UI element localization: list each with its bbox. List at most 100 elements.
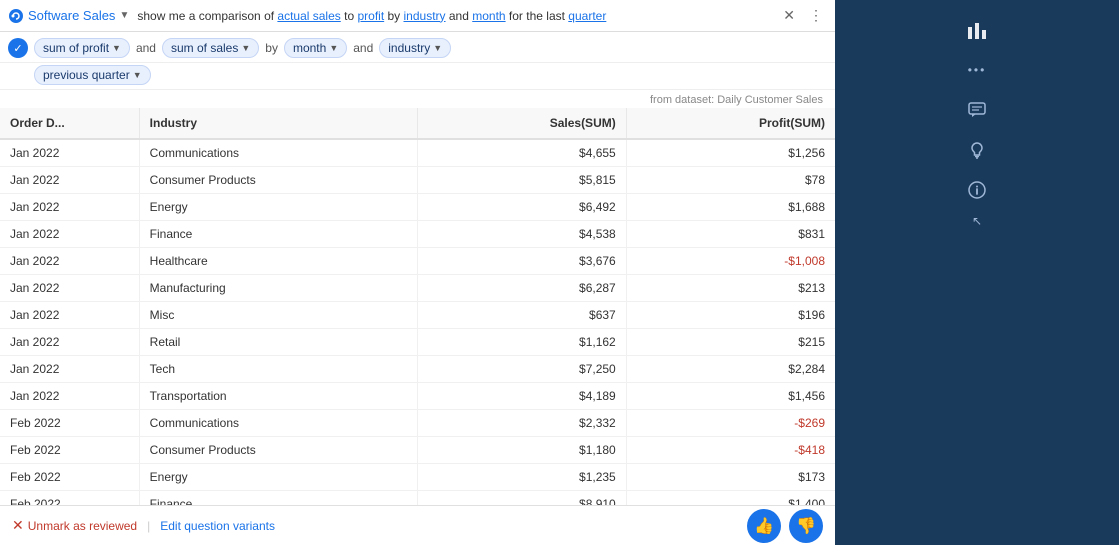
table-row[interactable]: Jan 2022Retail$1,162$215 — [0, 329, 835, 356]
chip-month[interactable]: month ▼ — [284, 38, 347, 58]
close-button[interactable]: ✕ — [779, 5, 799, 26]
table-row[interactable]: Feb 2022Consumer Products$1,180-$418 — [0, 437, 835, 464]
cell-order-date: Jan 2022 — [0, 194, 139, 221]
cell-industry: Energy — [139, 464, 417, 491]
table-row[interactable]: Jan 2022Consumer Products$5,815$78 — [0, 167, 835, 194]
cursor-indicator: ↖ — [972, 214, 982, 228]
table-container[interactable]: Order D... Industry Sales(SUM) Profit(SU… — [0, 108, 835, 505]
table-row[interactable]: Jan 2022Communications$4,655$1,256 — [0, 139, 835, 167]
cell-industry: Communications — [139, 139, 417, 167]
info-button[interactable] — [959, 172, 995, 208]
chip-sum-sales[interactable]: sum of sales ▼ — [162, 38, 259, 58]
table-row[interactable]: Jan 2022Misc$637$196 — [0, 302, 835, 329]
cell-order-date: Jan 2022 — [0, 139, 139, 167]
cell-industry: Finance — [139, 221, 417, 248]
cell-order-date: Jan 2022 — [0, 275, 139, 302]
cell-industry: Energy — [139, 194, 417, 221]
right-sidebar: ••• ↖ — [835, 0, 1119, 545]
more-options-button[interactable]: ⋮ — [805, 5, 827, 26]
table-header-row: Order D... Industry Sales(SUM) Profit(SU… — [0, 108, 835, 139]
dataset-info: from dataset: Daily Customer Sales — [0, 90, 835, 108]
cell-order-date: Jan 2022 — [0, 383, 139, 410]
footer-divider: | — [147, 519, 150, 533]
cell-profit: -$418 — [626, 437, 835, 464]
more-dots-button[interactable]: ••• — [959, 52, 995, 88]
cell-sales: $1,180 — [417, 437, 626, 464]
footer-feedback: 👍 👎 — [747, 509, 823, 543]
table-row[interactable]: Feb 2022Communications$2,332-$269 — [0, 410, 835, 437]
cell-industry: Finance — [139, 491, 417, 506]
cell-industry: Transportation — [139, 383, 417, 410]
query-text: show me a comparison of actual sales to … — [137, 9, 775, 23]
table-row[interactable]: Jan 2022Tech$7,250$2,284 — [0, 356, 835, 383]
cell-sales: $6,287 — [417, 275, 626, 302]
chips-row: ✓ sum of profit ▼ and sum of sales ▼ by … — [0, 32, 835, 63]
thumbdown-button[interactable]: 👎 — [789, 509, 823, 543]
cell-sales: $5,815 — [417, 167, 626, 194]
cell-sales: $3,676 — [417, 248, 626, 275]
comment-icon — [967, 100, 987, 120]
comment-button[interactable] — [959, 92, 995, 128]
lightbulb-button[interactable] — [959, 132, 995, 168]
unmark-reviewed-button[interactable]: ✕ Unmark as reviewed — [12, 517, 137, 534]
thumbup-icon: 👍 — [754, 516, 774, 536]
thumbup-button[interactable]: 👍 — [747, 509, 781, 543]
col-header-sales[interactable]: Sales(SUM) — [417, 108, 626, 139]
cell-sales: $4,655 — [417, 139, 626, 167]
sidebar-icons: ••• ↖ — [835, 0, 1119, 228]
table-row[interactable]: Jan 2022Finance$4,538$831 — [0, 221, 835, 248]
bar-chart-button[interactable] — [959, 12, 995, 48]
cell-industry: Communications — [139, 410, 417, 437]
cell-profit: $2,284 — [626, 356, 835, 383]
cell-order-date: Feb 2022 — [0, 410, 139, 437]
col-header-industry[interactable]: Industry — [139, 108, 417, 139]
header-bar: Software Sales ▼ show me a comparison of… — [0, 0, 835, 32]
edit-question-button[interactable]: Edit question variants — [160, 519, 275, 533]
chip-previous-quarter[interactable]: previous quarter ▼ — [34, 65, 151, 85]
table-row[interactable]: Jan 2022Energy$6,492$1,688 — [0, 194, 835, 221]
table-row[interactable]: Jan 2022Healthcare$3,676-$1,008 — [0, 248, 835, 275]
lightbulb-icon — [967, 140, 987, 160]
table-row[interactable]: Feb 2022Finance$8,910$1,400 — [0, 491, 835, 506]
col-header-order-date[interactable]: Order D... — [0, 108, 139, 139]
header-actions: ✕ ⋮ — [779, 5, 827, 26]
cell-order-date: Jan 2022 — [0, 329, 139, 356]
cell-order-date: Jan 2022 — [0, 248, 139, 275]
info-icon — [967, 180, 987, 200]
cell-profit: $1,688 — [626, 194, 835, 221]
query-profit: profit — [357, 9, 384, 23]
app-name: Software Sales — [28, 8, 115, 23]
cell-sales: $4,538 — [417, 221, 626, 248]
cell-sales: $7,250 — [417, 356, 626, 383]
table-row[interactable]: Jan 2022Manufacturing$6,287$213 — [0, 275, 835, 302]
cell-industry: Tech — [139, 356, 417, 383]
cell-order-date: Jan 2022 — [0, 167, 139, 194]
app-logo: Software Sales ▼ — [8, 8, 129, 24]
chip-sum-sales-arrow: ▼ — [241, 43, 250, 53]
data-table: Order D... Industry Sales(SUM) Profit(SU… — [0, 108, 835, 505]
chip-sum-profit-arrow: ▼ — [112, 43, 121, 53]
query-actual-sales: actual sales — [277, 9, 340, 23]
query-industry: industry — [404, 9, 446, 23]
cell-order-date: Jan 2022 — [0, 221, 139, 248]
col-header-profit[interactable]: Profit(SUM) — [626, 108, 835, 139]
cell-profit: $215 — [626, 329, 835, 356]
table-row[interactable]: Jan 2022Transportation$4,189$1,456 — [0, 383, 835, 410]
cell-order-date: Jan 2022 — [0, 356, 139, 383]
chip-and-2: and — [353, 41, 373, 55]
cell-industry: Consumer Products — [139, 167, 417, 194]
cell-industry: Healthcare — [139, 248, 417, 275]
cell-profit: $173 — [626, 464, 835, 491]
bar-chart-icon — [966, 19, 988, 41]
chip-industry[interactable]: industry ▼ — [379, 38, 451, 58]
chip-sum-profit[interactable]: sum of profit ▼ — [34, 38, 130, 58]
cell-industry: Manufacturing — [139, 275, 417, 302]
logo-icon — [8, 8, 24, 24]
chip-and-1: and — [136, 41, 156, 55]
cell-sales: $637 — [417, 302, 626, 329]
check-icon: ✓ — [8, 38, 28, 58]
table-row[interactable]: Feb 2022Energy$1,235$173 — [0, 464, 835, 491]
cell-profit: $1,256 — [626, 139, 835, 167]
cell-sales: $4,189 — [417, 383, 626, 410]
app-dropdown-icon[interactable]: ▼ — [119, 10, 129, 21]
